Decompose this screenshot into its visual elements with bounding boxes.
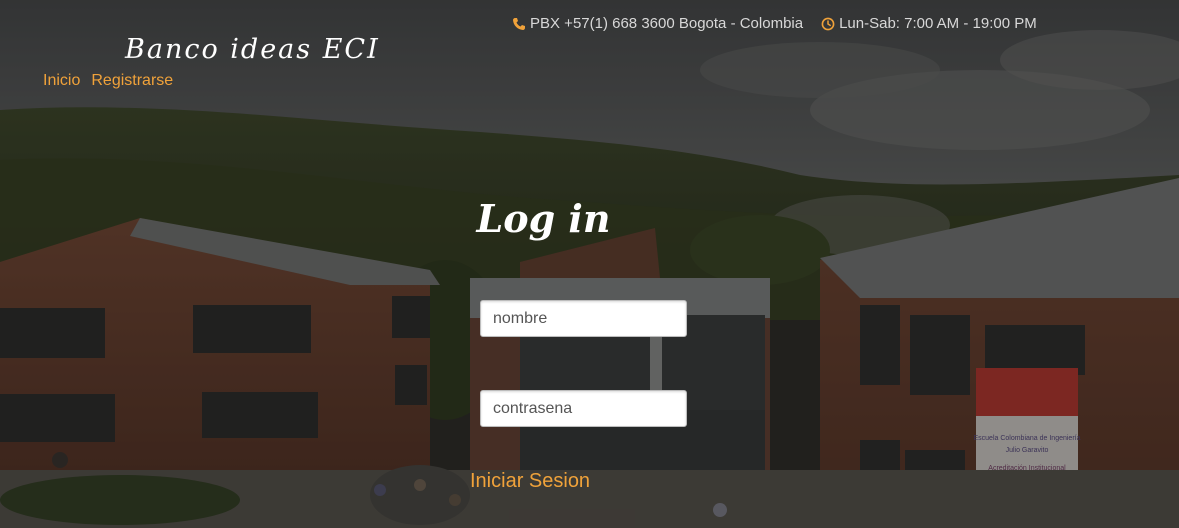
contact-bar: PBX +57(1) 668 3600 Bogota - Colombia Lu… xyxy=(512,15,1037,32)
clock-icon xyxy=(821,17,835,31)
username-input[interactable] xyxy=(480,300,687,337)
login-title: Log in xyxy=(476,196,611,241)
phone-text: PBX +57(1) 668 3600 Bogota - Colombia xyxy=(530,15,804,32)
main-nav: Inicio Registrarse xyxy=(43,72,173,90)
nav-link-home[interactable]: Inicio xyxy=(43,72,80,90)
background-photo: Escuela Colombiana de Ingeniería Julio G… xyxy=(0,0,1179,528)
brand-logo[interactable]: Banco ideas ECI xyxy=(125,34,380,65)
login-button[interactable]: Iniciar Sesion xyxy=(470,470,590,493)
hours-info: Lun-Sab: 7:00 AM - 19:00 PM xyxy=(821,15,1037,32)
phone-info: PBX +57(1) 668 3600 Bogota - Colombia xyxy=(512,15,803,32)
hours-text: Lun-Sab: 7:00 AM - 19:00 PM xyxy=(839,15,1037,32)
nav-link-register[interactable]: Registrarse xyxy=(91,72,173,90)
password-input[interactable] xyxy=(480,390,687,427)
phone-icon xyxy=(512,17,526,31)
background-overlay xyxy=(0,0,1179,528)
